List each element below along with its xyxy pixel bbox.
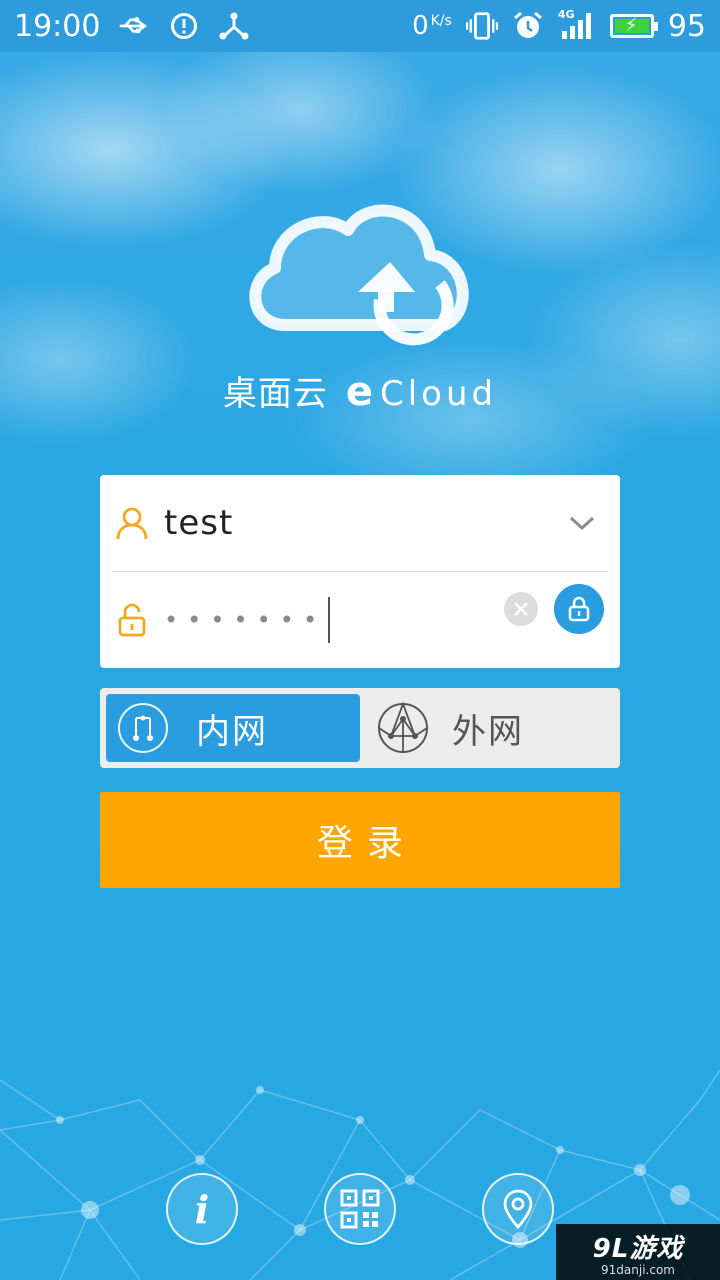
alarm-icon (512, 10, 544, 42)
username-value: test (164, 503, 234, 543)
outer-network-option[interactable]: 外网 (366, 694, 620, 762)
watermark-logo: 9L游戏 91danji.com (556, 1224, 720, 1280)
status-bar: 19:00 0 K/s 4G ⚡ 95 (0, 0, 720, 52)
text-cursor (328, 597, 331, 643)
password-field[interactable]: ••••••• (100, 572, 620, 668)
inner-network-option[interactable]: 内网 (106, 694, 360, 762)
toggle-password-lock-button[interactable] (554, 584, 604, 634)
brand-title: 桌面云 e Cloud (0, 366, 720, 415)
username-field[interactable]: test (100, 475, 620, 571)
brand-e-letter: e (345, 369, 374, 415)
battery-icon: ⚡ (609, 14, 658, 38)
chevron-down-icon[interactable] (566, 507, 598, 539)
brand-cloud-text: Cloud (380, 374, 498, 414)
watermark-sub-text: 91danji.com (601, 1262, 675, 1277)
vibrate-icon (465, 10, 498, 42)
unlock-icon (100, 603, 164, 637)
network-speed-unit: K/s (430, 13, 452, 29)
brand-chinese-name: 桌面云 (222, 374, 328, 414)
location-pin-icon (503, 1189, 533, 1229)
user-icon (100, 506, 164, 540)
outer-network-label: 外网 (452, 711, 524, 752)
charging-bolt-icon: ⚡ (624, 15, 638, 36)
inner-network-label: 内网 (196, 711, 268, 752)
battery-level: 95 (667, 8, 706, 44)
outer-network-globe-icon (376, 701, 430, 755)
network-speed: 0 K/s (412, 11, 452, 41)
location-button[interactable] (482, 1173, 554, 1245)
close-icon (514, 602, 528, 616)
network-mode-toggle: 内网 外网 (100, 688, 620, 768)
info-button[interactable]: i (166, 1173, 238, 1245)
ecloud-logo (249, 204, 469, 346)
share-node-icon (218, 10, 250, 42)
login-button[interactable]: 登录 (100, 792, 620, 888)
login-screen: 19:00 0 K/s 4G ⚡ 95 桌面云 e Cloud test •••… (0, 0, 720, 1280)
qr-scan-button[interactable] (324, 1173, 396, 1245)
watermark-main-text: 9L游戏 (592, 1233, 684, 1264)
alert-icon (168, 10, 200, 42)
usb-icon (118, 10, 150, 42)
lock-icon (568, 596, 590, 622)
qr-code-icon (340, 1189, 380, 1229)
inner-network-icon (116, 701, 170, 755)
network-speed-value: 0 (412, 11, 429, 41)
status-time: 19:00 (14, 8, 101, 44)
signal-4g-icon: 4G (557, 8, 596, 42)
password-masked-value: ••••••• (164, 606, 327, 634)
login-card: test ••••••• (100, 475, 620, 668)
info-icon: i (194, 1186, 210, 1232)
network-type-label: 4G (557, 8, 575, 21)
clear-password-button[interactable] (504, 592, 538, 626)
